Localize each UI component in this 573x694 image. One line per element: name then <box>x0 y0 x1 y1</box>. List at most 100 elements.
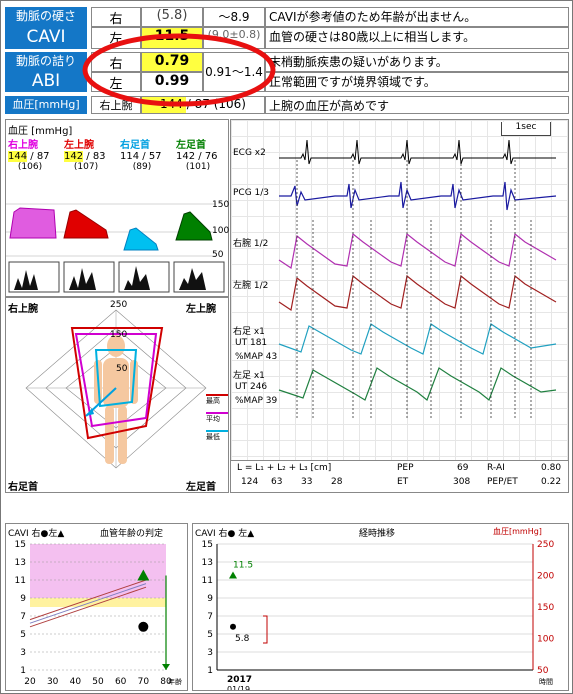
trend-chart: 15 13 11 9 7 5 3 1 250 200 150 100 50 11.5 5.8 201701/1… <box>202 540 555 690</box>
trend-right-tick: 250 <box>537 540 554 550</box>
pulse-histograms <box>8 261 225 293</box>
pepet-value: 0.22 <box>541 477 562 487</box>
cuff-scale-top: 150 <box>212 200 230 210</box>
abi-message-2: 正常範囲ですが境界領域です。 <box>265 72 569 92</box>
bp-mean: (101) <box>185 162 211 172</box>
pep-label: PEP <box>397 463 414 473</box>
et-value: 308 <box>453 477 471 487</box>
age-x-tick: 40 <box>70 677 82 687</box>
legend-max: 最高 <box>206 394 228 406</box>
cuff-scale-bottom: 50 <box>212 250 224 260</box>
trend-y-tick: 15 <box>202 540 213 550</box>
body-diagram-panel: 右上腕 左上腕 右足首 左足首 250 150 50 最高 平均 最低 <box>5 297 229 493</box>
bp-label: 血圧[mmHg] <box>5 96 87 114</box>
length-formula: L = L₁ + L₂ + L₃ [cm] <box>237 463 332 473</box>
waveform-panel: 1sec ECG x2 PCG 1/3 右腕 1/2 左腕 1/2 右足 x1 … <box>230 119 569 493</box>
et-label: ET <box>397 477 409 487</box>
measurement-strip: L = L₁ + L₂ + L₃ [cm] 124 63 33 28 PEP 6… <box>231 460 568 492</box>
abi-value-label: ABI <box>5 70 87 92</box>
pepet-label: PEP/ET <box>487 477 518 487</box>
age-y-tick: 1 <box>20 666 26 676</box>
cavi-right-label: 右 <box>91 7 141 27</box>
age-x-tick: 20 <box>24 677 36 687</box>
bp-column-name: 左上腕 <box>64 140 94 151</box>
trend-right-label: 5.8 <box>235 634 250 644</box>
bp-systolic: 142 <box>176 151 196 162</box>
cavi-message-2: 血管の硬さは80歳以上に相当します。 <box>265 27 569 49</box>
report-page: 動脈の硬さ CAVI 右 左 (5.8) 11.5 ～8.9 (9.0±0.8)… <box>0 0 573 694</box>
bp-mean: (107) <box>73 162 99 172</box>
trend-bp-bracket <box>263 615 268 644</box>
bp-column: 右足首 114 / 57 (89) <box>120 136 174 172</box>
age-y-tick: 5 <box>20 630 26 640</box>
trend-left-point <box>229 571 237 579</box>
trend-right-tick: 200 <box>537 572 554 582</box>
trend-y-tick: 9 <box>207 594 213 604</box>
bp-systolic: 142 <box>64 151 84 162</box>
trend-right-axis-label: 血圧[mmHg] <box>493 527 542 536</box>
bp-mean: (89) <box>132 162 152 172</box>
bp-column: 左上腕 142 / 83 (107) <box>64 136 118 172</box>
age-zone-border <box>30 598 166 607</box>
length-l1: 63 <box>271 477 283 487</box>
cavi-right-value: (5.8) <box>141 7 203 27</box>
trend-y-tick: 1 <box>207 666 213 676</box>
legend-min: 最低 <box>206 430 228 442</box>
bp-column-name: 左足首 <box>176 140 206 151</box>
cavi-value-label: CAVI <box>5 25 87 49</box>
trend-y-tick: 13 <box>202 558 213 568</box>
age-x-tick: 30 <box>47 677 59 687</box>
trend-date-year: 2017 <box>227 675 252 685</box>
bp-systolic: 114 <box>120 151 140 162</box>
age-y-tick: 9 <box>20 594 26 604</box>
bp-diastolic: / 83 <box>83 151 106 162</box>
bp-panel: 血圧 [mmHg] 150 100 50 右上腕 144 / 87 (106) 左上腕… <box>5 119 229 297</box>
radar-scale-inner: 50 <box>116 364 128 374</box>
annotation-ellipse <box>82 33 276 107</box>
length-l3: 28 <box>331 477 343 487</box>
length-total: 124 <box>241 477 259 487</box>
age-y-tick: 13 <box>15 558 26 568</box>
trend-right-point <box>230 623 236 630</box>
age-y-tick: 15 <box>15 540 26 550</box>
abi-message-1: 末梢動脈疾患の疑いがあります。 <box>265 52 569 72</box>
bp-diastolic: / 57 <box>139 151 162 162</box>
bp-column-name: 右足首 <box>120 140 150 151</box>
bp-mean: (106) <box>17 162 43 172</box>
cuff-waveforms <box>6 203 216 257</box>
legend-mean: 平均 <box>206 412 228 424</box>
bp-column: 右上腕 144 / 87 (106) <box>8 136 62 172</box>
length-l2: 33 <box>301 477 313 487</box>
bp-column: 左足首 142 / 76 (101) <box>176 136 230 172</box>
age-x-tick: 60 <box>115 677 127 687</box>
cuff-scale-mid: 100 <box>212 226 230 236</box>
bp-diastolic: / 87 <box>27 151 50 162</box>
bp-message: 上腕の血圧が高めです <box>265 96 569 114</box>
trend-y-tick: 3 <box>207 648 213 658</box>
trend-right-tick: 100 <box>537 635 554 645</box>
bp-panel-title: 血圧 [mmHg] <box>8 126 73 137</box>
cavi-label: 動脈の硬さ <box>5 7 87 25</box>
trend-y-tick: 5 <box>207 630 213 640</box>
age-chart: 1513119753120 30 40 50 60 70 80年齢 <box>15 540 182 687</box>
bp-column-name: 右上腕 <box>8 140 38 151</box>
radar-scale-outer: 250 <box>110 300 128 310</box>
trend-right-tick: 150 <box>537 603 554 613</box>
age-zone-high <box>30 544 166 598</box>
age-y-tick: 11 <box>15 576 26 586</box>
pep-value: 69 <box>457 463 469 473</box>
age-left-arrow <box>162 664 170 670</box>
trend-y-tick: 7 <box>207 612 213 622</box>
trend-y-tick: 11 <box>202 576 213 586</box>
bp-systolic: 144 <box>8 151 28 162</box>
trend-right-tick: 50 <box>537 666 549 676</box>
cavi-ref-range: ～8.9 <box>203 7 265 27</box>
age-right-point <box>138 621 149 632</box>
age-x-unit: 年齢 <box>168 677 182 686</box>
waveform-traces <box>278 139 557 420</box>
trend-chart-panel: CAVI 右● 左▲ 経時推移 血圧[mmHg] 15 13 11 9 7 5 3 1 250 2… <box>192 523 569 691</box>
rai-label: R-AI <box>487 463 505 473</box>
radar-chart <box>25 309 207 469</box>
age-y-tick: 7 <box>20 612 26 622</box>
radar-scale-mid: 150 <box>110 330 128 340</box>
